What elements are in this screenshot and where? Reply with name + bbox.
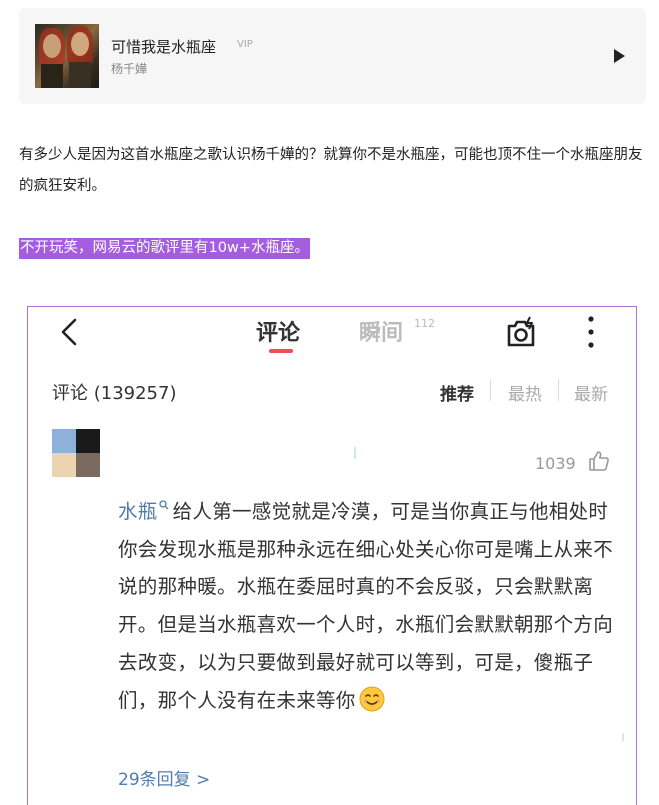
thumbs-up-icon[interactable] <box>587 449 611 473</box>
album-art[interactable] <box>35 24 99 88</box>
avatar[interactable] <box>52 429 100 477</box>
song-artist: 杨千嬅 <box>111 62 148 76</box>
sort-divider <box>558 379 559 401</box>
view-replies-link[interactable]: 29条回复 > <box>118 765 210 790</box>
smiley-emoji-icon <box>359 686 385 712</box>
more-vertical-icon[interactable] <box>583 315 599 349</box>
tab-active-indicator <box>269 349 293 353</box>
sort-divider <box>490 379 491 401</box>
song-title: 可惜我是水瓶座 <box>111 38 217 56</box>
album-art-body-left <box>41 64 63 88</box>
mention-link[interactable]: 水瓶 <box>118 500 158 523</box>
tab-moments[interactable]: 瞬间 <box>359 315 403 347</box>
tab-comments[interactable]: 评论 <box>256 315 300 347</box>
search-icon <box>158 500 169 510</box>
avatar-tile <box>52 429 76 453</box>
artifact-mark <box>354 447 356 459</box>
camera-icon[interactable] <box>503 315 539 351</box>
album-art-face-left <box>43 34 61 58</box>
comment-text: 给人第一感觉就是冷漠，可是当你真正与他相处时你会发现水瓶是那种永远在细心处关心你… <box>118 500 614 712</box>
sort-newest[interactable]: 最新 <box>574 380 608 405</box>
sort-hottest[interactable]: 最热 <box>508 380 542 405</box>
comment-body: 水瓶 给人第一感觉就是冷漠，可是当你真正与他相处时你会发现水瓶是那种永远在细心处关… <box>118 493 618 719</box>
album-art-body-right <box>69 62 91 88</box>
embedded-screenshot: 评论 瞬间 112 评论 (139257) 推荐 最热 最新 1039 水瓶 给人… <box>27 306 637 805</box>
highlighted-text: 不开玩笑，网易云的歌评里有10w+水瓶座。 <box>19 238 310 259</box>
comments-count-header: 评论 (139257) <box>52 383 177 404</box>
music-card[interactable]: 可惜我是水瓶座 VIP 杨千嬅 <box>19 8 646 104</box>
tab-moments-count: 112 <box>414 317 435 330</box>
vip-badge: VIP <box>237 39 253 50</box>
sort-recommended[interactable]: 推荐 <box>440 380 474 405</box>
article-paragraph: 有多少人是因为这首水瓶座之歌认识杨千嬅的？就算你不是水瓶座，可能也顶不住一个水瓶… <box>19 147 643 194</box>
like-count: 1039 <box>535 454 576 473</box>
back-arrow-icon[interactable] <box>58 317 80 347</box>
avatar-tile <box>76 453 100 477</box>
avatar-tile <box>52 453 76 477</box>
album-art-face-right <box>71 32 89 56</box>
avatar-tile <box>76 429 100 453</box>
play-icon[interactable] <box>611 48 627 64</box>
artifact-mark <box>622 733 630 741</box>
